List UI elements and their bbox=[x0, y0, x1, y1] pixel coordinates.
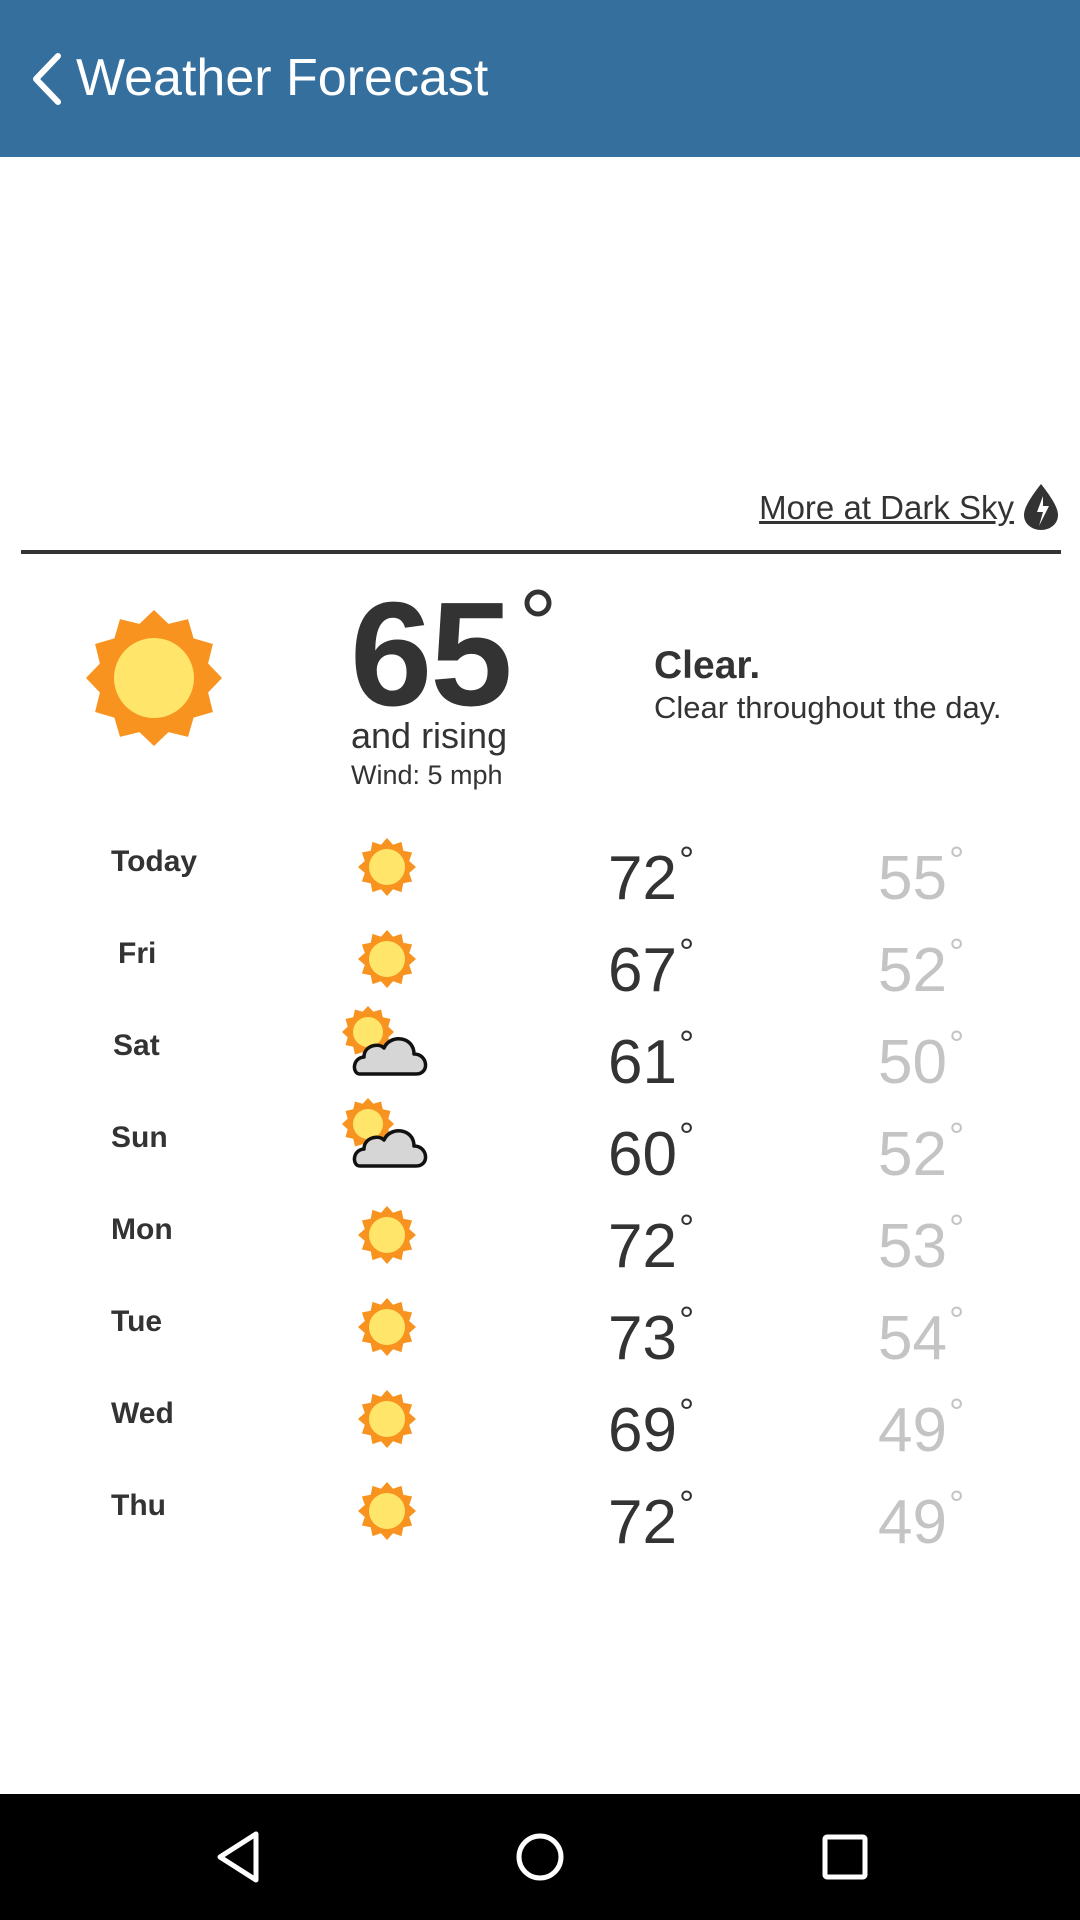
degree-symbol: ° bbox=[948, 932, 965, 974]
divider bbox=[21, 550, 1061, 554]
forecast-day: Today bbox=[111, 845, 198, 878]
forecast-low: 52° bbox=[878, 1102, 964, 1190]
sun-icon bbox=[358, 1390, 416, 1448]
forecast-low: 49° bbox=[878, 1378, 964, 1466]
forecast-day: Sat bbox=[113, 1029, 160, 1062]
forecast-low: 49° bbox=[878, 1470, 964, 1558]
partly-cloudy-icon bbox=[342, 1098, 428, 1168]
high-value: 67 bbox=[608, 936, 677, 1005]
back-button[interactable] bbox=[18, 44, 82, 114]
low-value: 50 bbox=[878, 1028, 947, 1097]
current-temperature: 65 bbox=[350, 572, 513, 737]
degree-symbol: ° bbox=[678, 1300, 695, 1342]
forecast-low: 53° bbox=[878, 1194, 964, 1282]
forecast-low: 55° bbox=[878, 826, 964, 914]
high-value: 60 bbox=[608, 1120, 677, 1189]
nav-home-icon[interactable] bbox=[507, 1824, 573, 1890]
degree-symbol: ° bbox=[678, 840, 695, 882]
degree-symbol: ° bbox=[948, 1024, 965, 1066]
high-value: 72 bbox=[608, 844, 677, 913]
degree-symbol: ° bbox=[948, 1116, 965, 1158]
weather-detail: Clear throughout the day. bbox=[654, 690, 1002, 725]
low-value: 54 bbox=[878, 1304, 947, 1373]
app-bar: Weather Forecast bbox=[0, 0, 1080, 157]
low-value: 49 bbox=[878, 1396, 947, 1465]
high-value: 61 bbox=[608, 1028, 677, 1097]
forecast-low: 54° bbox=[878, 1286, 964, 1374]
degree-icon bbox=[524, 589, 552, 617]
low-value: 52 bbox=[878, 1120, 947, 1189]
forecast-day: Wed bbox=[111, 1397, 174, 1430]
partly-cloudy-icon bbox=[342, 1006, 428, 1076]
forecast-row: Tue 73° 54° bbox=[0, 1278, 1080, 1373]
sun-icon bbox=[358, 1206, 416, 1264]
dark-sky-logo-icon[interactable] bbox=[1022, 482, 1060, 532]
weather-summary: Clear. bbox=[654, 644, 761, 687]
nav-recents-icon[interactable] bbox=[812, 1824, 878, 1890]
degree-symbol: ° bbox=[948, 1300, 965, 1342]
forecast-high: 67° bbox=[608, 918, 694, 1006]
forecast-day: Fri bbox=[118, 937, 157, 970]
sun-icon bbox=[358, 838, 416, 896]
degree-symbol: ° bbox=[678, 932, 695, 974]
sun-icon bbox=[358, 930, 416, 988]
low-value: 53 bbox=[878, 1212, 947, 1281]
degree-symbol: ° bbox=[678, 1024, 695, 1066]
forecast-row: Mon 72° 53° bbox=[0, 1186, 1080, 1281]
forecast-low: 52° bbox=[878, 918, 964, 1006]
forecast-high: 72° bbox=[608, 826, 694, 914]
low-value: 55 bbox=[878, 844, 947, 913]
forecast-high: 72° bbox=[608, 1470, 694, 1558]
nav-back-icon[interactable] bbox=[206, 1824, 272, 1890]
forecast-day: Tue bbox=[111, 1305, 163, 1338]
forecast-row: Sun 60° 52° bbox=[0, 1094, 1080, 1189]
forecast-high: 61° bbox=[608, 1010, 694, 1098]
forecast-row: Today 72° 55° bbox=[0, 818, 1080, 913]
forecast-low: 50° bbox=[878, 1010, 964, 1098]
degree-symbol: ° bbox=[948, 1392, 965, 1434]
high-value: 72 bbox=[608, 1212, 677, 1281]
sun-icon bbox=[358, 1298, 416, 1356]
forecast-row: Wed 69° 49° bbox=[0, 1370, 1080, 1465]
degree-symbol: ° bbox=[678, 1116, 695, 1158]
chevron-left-icon bbox=[33, 53, 61, 105]
forecast-row: Sat 61° 50° bbox=[0, 1002, 1080, 1097]
forecast-high: 73° bbox=[608, 1286, 694, 1374]
degree-symbol: ° bbox=[948, 840, 965, 882]
sun-icon bbox=[358, 1482, 416, 1540]
degree-symbol: ° bbox=[678, 1208, 695, 1250]
forecast-high: 69° bbox=[608, 1378, 694, 1466]
forecast-high: 60° bbox=[608, 1102, 694, 1190]
degree-symbol: ° bbox=[678, 1484, 695, 1526]
forecast-row: Thu 72° 49° bbox=[0, 1462, 1080, 1557]
forecast-high: 72° bbox=[608, 1194, 694, 1282]
degree-symbol: ° bbox=[948, 1208, 965, 1250]
system-navigation-bar bbox=[0, 1794, 1080, 1920]
degree-symbol: ° bbox=[678, 1392, 695, 1434]
dark-sky-link[interactable]: More at Dark Sky bbox=[759, 486, 1014, 530]
degree-symbol: ° bbox=[948, 1484, 965, 1526]
forecast-day: Sun bbox=[111, 1121, 168, 1154]
low-value: 49 bbox=[878, 1488, 947, 1557]
forecast-day: Mon bbox=[111, 1213, 173, 1246]
wind-speed: Wind: 5 mph bbox=[351, 760, 503, 790]
page-title: Weather Forecast bbox=[76, 49, 489, 107]
forecast-day: Thu bbox=[111, 1489, 166, 1522]
forecast-row: Fri 67° 52° bbox=[0, 910, 1080, 1005]
high-value: 69 bbox=[608, 1396, 677, 1465]
sun-icon bbox=[86, 610, 222, 746]
temperature-trend: and rising bbox=[351, 715, 508, 756]
high-value: 73 bbox=[608, 1304, 677, 1373]
high-value: 72 bbox=[608, 1488, 677, 1557]
low-value: 52 bbox=[878, 936, 947, 1005]
